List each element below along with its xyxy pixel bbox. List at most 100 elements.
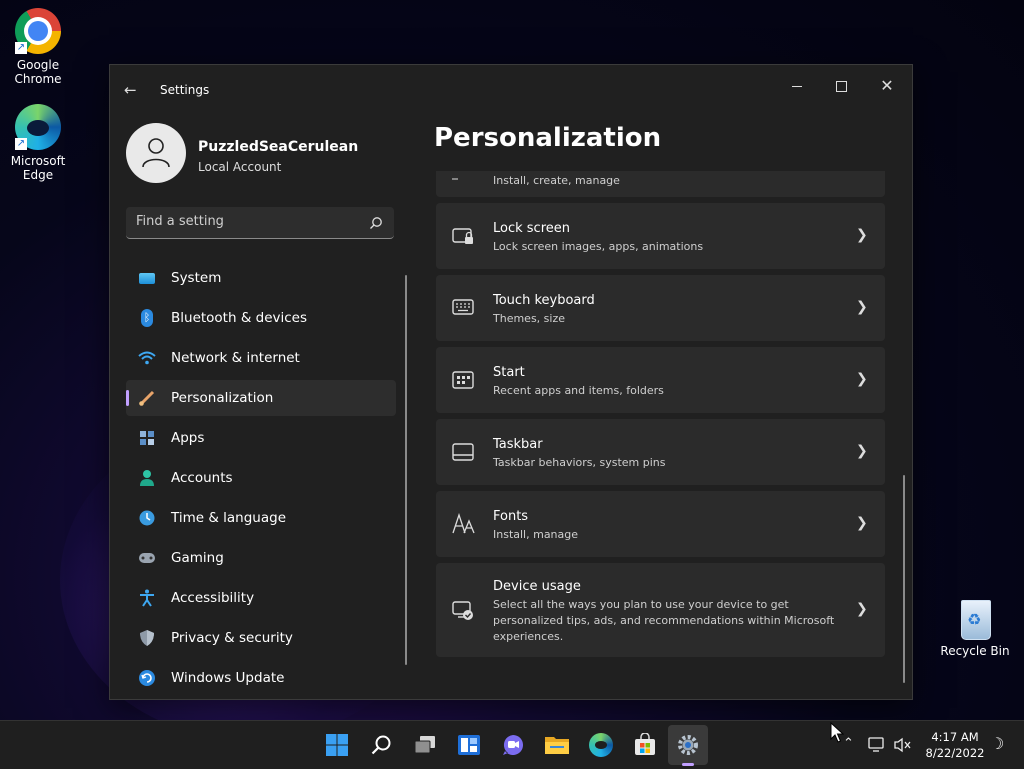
desktop-icon-chrome[interactable]: ↗ Google Chrome (3, 8, 73, 86)
chrome-icon: ↗ (15, 8, 61, 54)
maximize-icon (835, 80, 847, 92)
sidebar-item-windows-update[interactable]: Windows Update (126, 660, 396, 696)
setting-card-fonts[interactable]: Fonts Install, manage ❯ (436, 491, 885, 557)
file-explorer-button[interactable] (542, 730, 572, 760)
card-title: Start (493, 365, 525, 380)
setting-card-themes[interactable]: ⎯ Install, create, manage (436, 171, 885, 197)
setting-card-start[interactable]: Start Recent apps and items, folders ❯ (436, 347, 885, 413)
task-view-icon (414, 736, 435, 754)
clock-globe-icon (137, 508, 157, 528)
sidebar-item-network[interactable]: Network & internet (126, 340, 396, 376)
chevron-right-icon: ❯ (856, 227, 868, 243)
maximize-button[interactable] (818, 71, 864, 101)
sidebar-item-accounts[interactable]: Accounts (126, 460, 396, 496)
avatar (126, 123, 186, 183)
minimize-icon (792, 85, 802, 87)
sidebar-item-label: Bluetooth & devices (171, 310, 308, 326)
search-input[interactable] (136, 214, 356, 229)
card-title: Device usage (493, 579, 581, 594)
shortcut-arrow-icon: ↗ (15, 42, 27, 54)
mouse-pointer-icon (830, 722, 844, 743)
taskbar-search-button[interactable] (366, 730, 396, 760)
themes-icon: ⎯ (452, 171, 459, 185)
settings-icon (678, 735, 698, 755)
start-icon (452, 371, 474, 389)
sidebar-item-system[interactable]: System (126, 260, 396, 296)
sidebar-item-apps[interactable]: Apps (126, 420, 396, 456)
search-box[interactable] (126, 207, 394, 239)
chevron-right-icon: ❯ (856, 515, 868, 531)
shortcut-arrow-icon: ↗ (15, 138, 27, 150)
user-profile[interactable]: PuzzledSeaCerulean Local Account (126, 121, 406, 185)
store-icon (635, 733, 655, 755)
search-icon (371, 735, 391, 755)
chevron-right-icon: ❯ (856, 601, 868, 617)
card-description: Lock screen images, apps, animations (493, 240, 704, 253)
show-hidden-icons-chevron-icon[interactable]: ⌃ (843, 736, 854, 751)
card-description: Themes, size (493, 312, 565, 325)
card-description: Install, manage (493, 528, 579, 541)
settings-taskbar-button[interactable] (673, 730, 703, 760)
wifi-icon (137, 348, 157, 368)
device-usage-icon (452, 601, 473, 620)
content-scrollbar[interactable] (903, 475, 905, 683)
store-button[interactable] (630, 730, 660, 760)
network-icon[interactable] (868, 737, 886, 753)
desktop-icon-label: Microsoft Edge (10, 154, 66, 182)
sidebar-item-personalization[interactable]: Personalization (126, 380, 396, 416)
desktop-icon-label: Recycle Bin (940, 644, 1010, 658)
search-icon[interactable] (369, 216, 383, 230)
windows-start-icon (326, 734, 348, 756)
sidebar-item-gaming[interactable]: Gaming (126, 540, 396, 576)
card-title: Touch keyboard (493, 293, 595, 308)
clock-date: 8/22/2022 (925, 746, 985, 760)
volume-muted-icon[interactable] (894, 737, 912, 753)
account-type: Local Account (198, 160, 282, 174)
close-icon: ✕ (880, 76, 894, 95)
setting-card-lock-screen[interactable]: Lock screen Lock screen images, apps, an… (436, 203, 885, 269)
update-icon (137, 668, 157, 688)
sidebar-scrollbar[interactable] (405, 275, 407, 665)
system-clock[interactable]: 4:17 AM 8/22/2022 (920, 729, 990, 761)
person-icon (142, 138, 170, 168)
sidebar-item-time-language[interactable]: Time & language (126, 500, 396, 536)
lock-screen-icon (452, 228, 473, 244)
sidebar-item-label: Privacy & security (171, 630, 293, 646)
edge-icon (589, 733, 613, 757)
title-bar[interactable]: ← Settings ✕ (110, 65, 912, 113)
sidebar-item-label: Network & internet (171, 350, 300, 366)
setting-card-device-usage[interactable]: Device usage Select all the ways you pla… (436, 563, 885, 657)
sidebar-item-bluetooth[interactable]: ᛒ Bluetooth & devices (126, 300, 396, 336)
sidebar-item-accessibility[interactable]: Accessibility (126, 580, 396, 616)
sidebar-item-label: Gaming (171, 550, 224, 566)
setting-card-taskbar[interactable]: Taskbar Taskbar behaviors, system pins ❯ (436, 419, 885, 485)
sidebar-item-label: Time & language (171, 510, 287, 526)
accessibility-icon (137, 588, 157, 608)
card-title: Taskbar (493, 437, 543, 452)
settings-window: ← Settings ✕ PuzzledSeaCerulean Local Ac… (109, 64, 913, 700)
sidebar-item-privacy[interactable]: Privacy & security (126, 620, 396, 656)
task-view-button[interactable] (410, 730, 440, 760)
page-title: Personalization (434, 123, 662, 153)
user-name: PuzzledSeaCerulean (198, 139, 359, 155)
taskbar: ⌃ 4:17 AM 8/22/2022 ☽ (0, 720, 1024, 769)
widgets-button[interactable] (454, 730, 484, 760)
desktop-icon-edge[interactable]: ↗ Microsoft Edge (3, 104, 73, 182)
chat-button[interactable] (498, 730, 528, 760)
back-arrow-icon[interactable]: ← (124, 81, 137, 99)
file-explorer-icon (545, 737, 569, 754)
minimize-button[interactable] (774, 71, 820, 101)
focus-assist-moon-icon[interactable]: ☽ (990, 734, 1004, 753)
shield-icon (137, 628, 157, 648)
widgets-icon (458, 735, 480, 755)
close-button[interactable]: ✕ (864, 71, 910, 101)
edge-icon: ↗ (15, 104, 61, 150)
setting-card-touch-keyboard[interactable]: Touch keyboard Themes, size ❯ (436, 275, 885, 341)
desktop-icon-recycle-bin[interactable]: Recycle Bin (940, 596, 1010, 658)
card-description: Install, create, manage (493, 174, 620, 187)
fonts-icon (452, 513, 475, 534)
edge-taskbar-button[interactable] (586, 730, 616, 760)
start-button[interactable] (322, 730, 352, 760)
sidebar-nav: System ᛒ Bluetooth & devices Network & i… (126, 260, 396, 699)
sidebar-item-label: Accounts (171, 470, 233, 486)
